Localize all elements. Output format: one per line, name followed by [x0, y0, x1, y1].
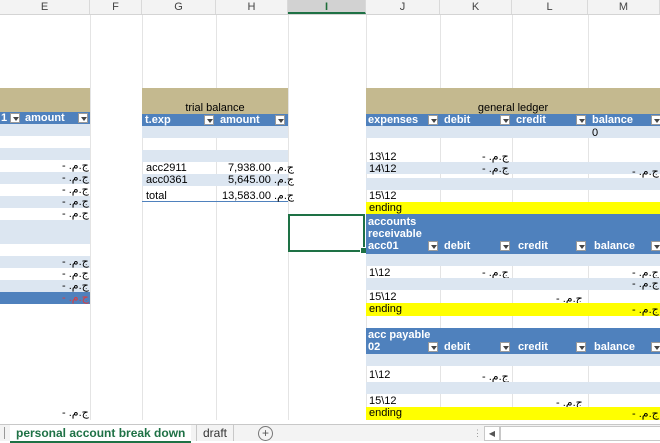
trial-col2-dropdown[interactable]: [275, 115, 285, 125]
left-value-5: - ج.م.‏: [62, 208, 89, 220]
ar-ending-label: ending: [369, 303, 403, 315]
gl-row-2-date: 14\12: [369, 163, 397, 175]
column-header-i[interactable]: I: [288, 0, 366, 14]
gl-balance-header: balance: [592, 114, 633, 126]
column-header-f[interactable]: F: [90, 0, 142, 14]
trial-total-amount: 13,583.00 ج.م.‏: [222, 190, 295, 202]
trial-row-2-account: acc0361: [146, 174, 188, 186]
sheet-grid[interactable]: 1 amount - ج.م.‏ - ج.م.‏ - ج.م.‏ - ج.م.‏…: [0, 15, 660, 420]
left-value-6: - ج.م.‏: [62, 256, 89, 268]
gl-row-1-date: 13\12: [369, 151, 397, 163]
ap-ending-label: ending: [369, 407, 403, 419]
gl-row-1-debit: - ج.م.‏: [482, 151, 509, 163]
column-header-bar: E F G H I J K L M: [0, 0, 660, 15]
ap-credit-dropdown[interactable]: [576, 342, 586, 352]
left-value-2: - ج.م.‏: [62, 172, 89, 184]
ar-header: accounts receivable acc01 debit credit b…: [366, 214, 660, 254]
ap-title-line1: acc payable: [368, 329, 431, 341]
ar-debit-header: debit: [444, 240, 471, 252]
ap-row-2-date: 15\12: [369, 395, 397, 407]
general-ledger-title-band: general ledger: [366, 88, 660, 114]
tabs-splitter-icon[interactable]: ⋮: [473, 428, 482, 439]
ar-title-line1: accounts: [368, 216, 417, 228]
ar-credit-dropdown[interactable]: [576, 241, 586, 251]
general-ledger-title: general ledger: [477, 102, 549, 114]
left-value-4: - ج.م.‏: [62, 196, 89, 208]
scroll-left-icon[interactable]: ◀: [484, 426, 500, 441]
gl-balance-dropdown[interactable]: [651, 115, 660, 125]
gl-credit-header: credit: [516, 114, 546, 126]
ap-account-dropdown[interactable]: [428, 342, 438, 352]
ar-debit-dropdown[interactable]: [500, 241, 510, 251]
column-header-m[interactable]: M: [588, 0, 660, 14]
ar-title-line3: acc01: [368, 240, 399, 252]
left-value-7: - ج.م.‏: [62, 268, 89, 280]
gl-debit-dropdown[interactable]: [500, 115, 510, 125]
left-header-fragment: 1: [1, 112, 8, 124]
left-amount-dropdown[interactable]: [78, 113, 88, 123]
gl-debit-header: debit: [444, 114, 471, 126]
ap-row-1-date: 1\12: [369, 369, 391, 381]
trial-row-1-account: acc2911: [146, 162, 187, 174]
ar-title-line2: receivable: [368, 228, 422, 240]
general-ledger-header: expenses debit credit balance: [366, 114, 660, 126]
gl-row-2-balance: - ج.م.‏: [632, 166, 659, 178]
gl-row-2-debit: - ج.م.‏: [482, 163, 509, 175]
ar-row-3-date: 15\12: [369, 291, 397, 303]
selected-cell[interactable]: [288, 214, 367, 254]
sheet-tabs-bar: personal account break down draft + ⋮ ◀: [0, 424, 660, 443]
ap-credit-header: credit: [518, 341, 548, 353]
ap-ending-balance: - ج.م.‏: [632, 408, 659, 420]
ap-title-line2: 02: [368, 341, 381, 353]
trial-total-label: total: [146, 190, 167, 202]
trial-balance-header: t.exp amount: [142, 114, 288, 126]
tab-personal-account-break-down[interactable]: personal account break down: [10, 425, 192, 443]
left-table-header: 1 amount: [0, 112, 90, 124]
left-amount-header: amount: [25, 112, 65, 124]
gl-expenses-dropdown[interactable]: [428, 115, 438, 125]
ar-ending-balance: - ج.م.‏: [632, 304, 659, 316]
ap-balance-header: balance: [594, 341, 635, 353]
ap-debit-dropdown[interactable]: [500, 342, 510, 352]
ar-credit-header: credit: [518, 240, 548, 252]
trial-col1-header: t.exp: [145, 114, 171, 126]
ap-header: acc payable 02 debit credit balance: [366, 328, 660, 354]
horizontal-scrollbar[interactable]: [500, 426, 660, 441]
trial-row-1-amount: 7,938.00 ج.م.‏: [228, 162, 294, 174]
add-sheet-icon[interactable]: +: [258, 426, 273, 441]
column-header-j[interactable]: J: [366, 0, 440, 14]
ar-account-dropdown[interactable]: [428, 241, 438, 251]
ap-balance-dropdown[interactable]: [651, 342, 660, 352]
column-header-g[interactable]: G: [142, 0, 216, 14]
ap-ending-row: ending - ج.م.‏: [366, 407, 660, 420]
left-bottom-value: - ج.م.‏: [62, 407, 89, 419]
gl-credit-dropdown[interactable]: [576, 115, 586, 125]
left-value-3: - ج.م.‏: [62, 184, 89, 196]
column-header-l[interactable]: L: [512, 0, 588, 14]
column-header-k[interactable]: K: [440, 0, 512, 14]
gl-row-3-date: 15\12: [369, 190, 397, 202]
ar-balance-header: balance: [594, 240, 635, 252]
gl-balance-note-text: 0: [592, 127, 599, 139]
left-value-total: - ج.م.‏: [62, 304, 89, 316]
ar-ending-row: ending - ج.م.‏: [366, 303, 660, 316]
column-header-e[interactable]: E: [0, 0, 90, 14]
tab-draft[interactable]: draft: [196, 425, 235, 441]
ar-balance-dropdown[interactable]: [651, 241, 660, 251]
left-value-8: - ج.م.‏: [62, 280, 89, 292]
left-value-9: - ج.م.‏: [62, 292, 89, 304]
gl-expenses-header: expenses: [368, 114, 419, 126]
trial-col1-dropdown[interactable]: [204, 115, 214, 125]
trial-balance-title: trial balance: [185, 102, 245, 114]
left-value-1: - ج.م.‏: [62, 160, 89, 172]
trial-row-2-amount: 5,645.00 ج.م.‏: [228, 174, 294, 186]
trial-balance-title-band: trial balance: [142, 88, 288, 114]
ap-debit-header: debit: [444, 341, 471, 353]
left-table-title: [0, 88, 90, 112]
trial-col2-header: amount: [220, 114, 260, 126]
left-filter-dropdown[interactable]: [10, 113, 20, 123]
column-header-h[interactable]: H: [216, 0, 288, 14]
ar-row-2-balance: - ج.م.‏: [632, 278, 659, 290]
gl-ending-label: ending: [369, 202, 403, 214]
